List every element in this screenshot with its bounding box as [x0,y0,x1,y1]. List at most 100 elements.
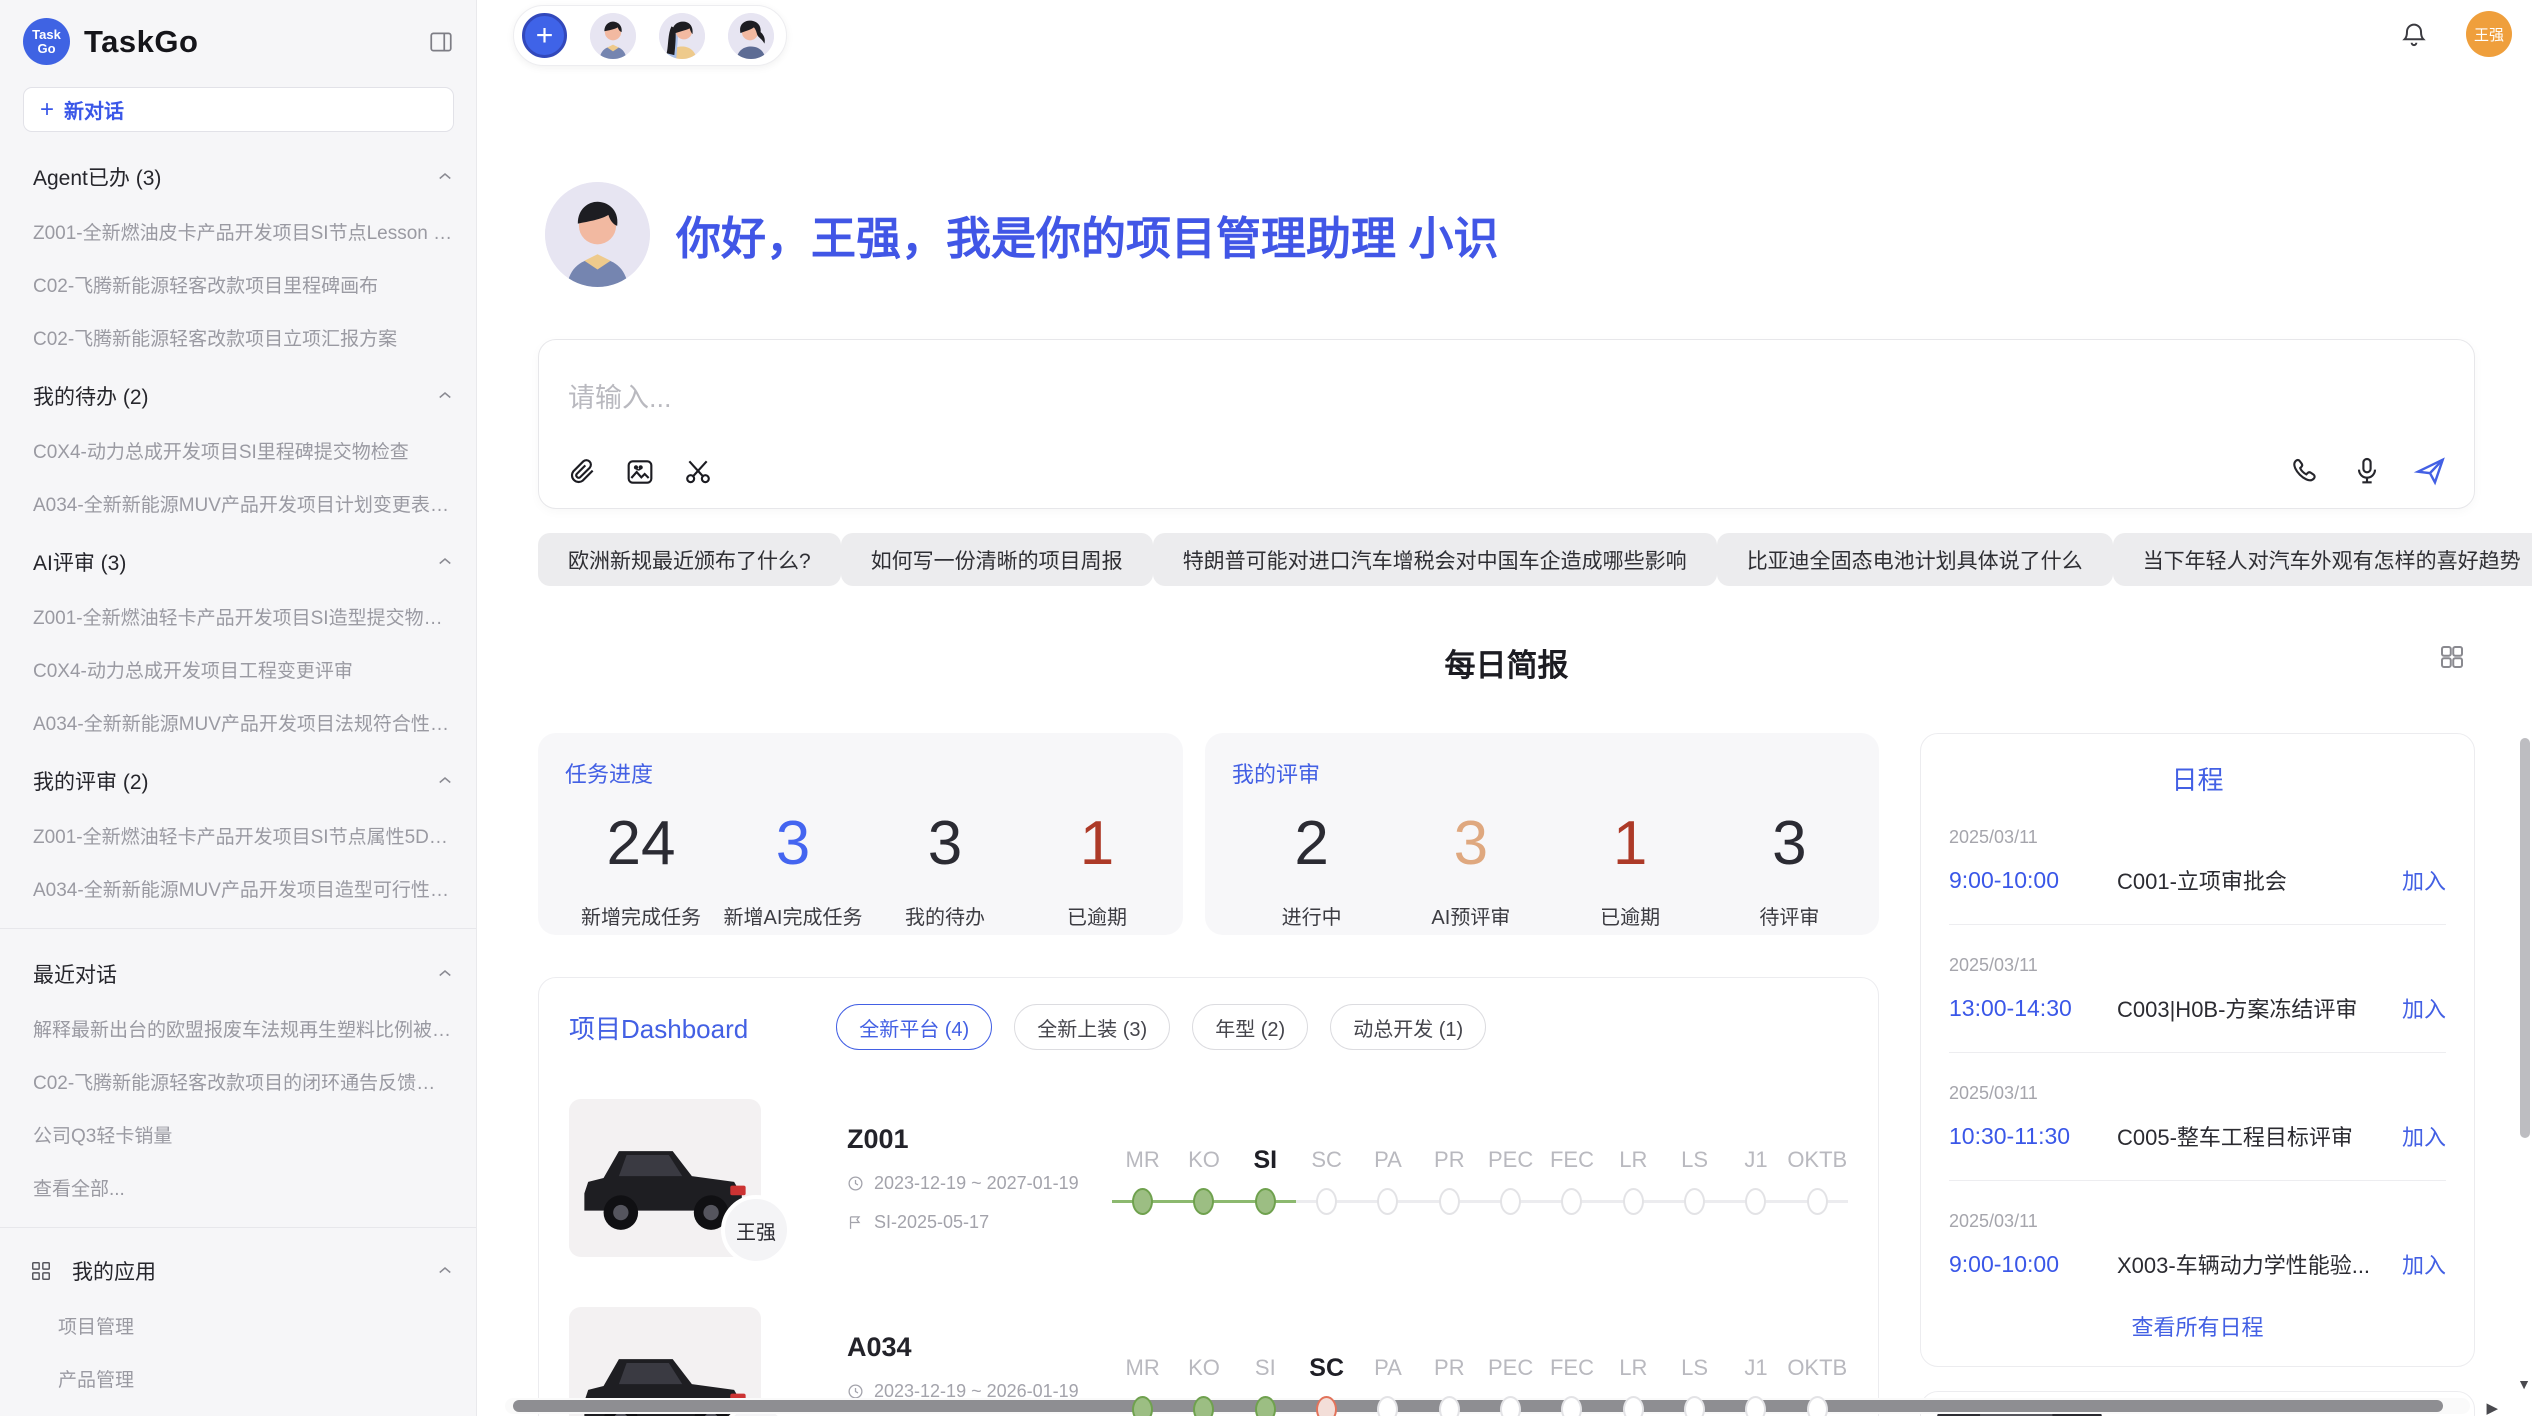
layout-grid-icon[interactable] [2437,642,2467,672]
scroll-right-arrow-icon[interactable]: ▶ [2486,1399,2498,1416]
list-item[interactable]: C02-飞腾新能源轻客改款项目里程碑画布 [33,245,454,298]
microphone-icon[interactable] [2351,455,2383,487]
suggestion-chip[interactable]: 欧洲新规最近颁布了什么? [538,533,841,586]
sidebar-item-product-mgmt[interactable]: 产品管理 [58,1339,476,1392]
milestone-dot [1255,1188,1276,1215]
milestone-label: PA [1357,1144,1418,1180]
join-link[interactable]: 加入 [2402,864,2446,896]
milestone-label: PR [1419,1352,1480,1388]
stat-label: 已逾期 [1021,901,1173,930]
suggestion-chips: 欧洲新规最近颁布了什么? 如何写一份清晰的项目周报 特朗普可能对进口汽车增税会对… [538,533,2475,586]
new-chat-button[interactable]: + 新对话 [23,87,454,132]
list-item[interactable]: C0X4-动力总成开发项目工程变更评审 [33,630,454,683]
list-item[interactable]: Z001-全新燃油皮卡产品开发项目SI节点Lesson Learn报告 [33,192,454,245]
section-recent-chats[interactable]: 最近对话 [33,959,454,989]
suggestion-chip[interactable]: 比亚迪全固态电池计划具体说了什么 [1717,533,2113,586]
sidebar-item-change-mgmt[interactable]: 变更管理 [58,1392,476,1416]
list-item[interactable]: C02-飞腾新能源轻客改款项目立项汇报方案 [33,298,454,351]
chevron-up-icon[interactable] [436,553,454,571]
join-link[interactable]: 加入 [2402,992,2446,1024]
attachment-icon[interactable] [566,456,598,488]
milestone-label: FEC [1541,1352,1602,1388]
schedule-item: 2025/03/11 10:30-11:30 C005-整车工程目标评审 加入 [1949,1053,2446,1181]
section-my-review[interactable]: 我的评审 (2) [33,766,454,796]
milestone-dot [1500,1188,1521,1215]
chevron-up-icon[interactable] [436,387,454,405]
list-item[interactable]: 公司Q3轻卡销量 [33,1095,454,1148]
scissors-icon[interactable] [682,456,714,488]
chevron-up-icon[interactable] [436,1262,454,1280]
list-item[interactable]: A034-全新新能源MUV产品开发项目法规符合性评审 [33,683,454,736]
suggestion-chip[interactable]: 如何写一份清晰的项目周报 [841,533,1153,586]
milestone-label: PA [1357,1352,1418,1388]
horizontal-scrollbar[interactable]: ▶ [505,1398,2470,1414]
user-avatar[interactable]: 王强 [2466,11,2512,57]
sidebar-item-project-mgmt[interactable]: 项目管理 [58,1286,476,1339]
tab-platform[interactable]: 全新平台 (4) [836,1004,992,1050]
section-agent-done[interactable]: Agent已办 (3) [33,162,454,192]
join-link[interactable]: 加入 [2402,1120,2446,1152]
section-my-todo[interactable]: 我的待办 (2) [33,381,454,411]
agent-avatar[interactable] [590,13,636,59]
milestone-label: KO [1173,1352,1234,1388]
milestone-label: SI [1235,1352,1296,1388]
list-item[interactable]: C02-飞腾新能源轻客改款项目的闭环通告反馈情况 [33,1042,454,1095]
milestone-label: OKTB [1787,1144,1848,1180]
list-item[interactable]: 解释最新出台的欧盟报废车法规再生塑料比例被调至15%... [33,989,454,1042]
milestone-label: LS [1664,1144,1725,1180]
flag-icon [847,1214,864,1231]
list-item[interactable]: Z001-全新燃油轻卡产品开发项目SI节点属性5D文件评审 [33,796,454,849]
send-icon[interactable] [2413,454,2447,488]
view-all-chats[interactable]: 查看全部... [33,1148,454,1201]
notification-bell-icon[interactable] [2400,20,2428,48]
agent-avatar[interactable] [659,13,705,59]
logo-text-top: Task [32,28,61,42]
chat-input-card[interactable]: 请输入... [538,339,2475,509]
horizontal-scrollbar-thumb[interactable] [513,1400,2443,1412]
scroll-down-arrow-icon[interactable]: ▼ [2517,1376,2531,1392]
owner-badge: 王强 [721,1195,791,1265]
section-my-apps[interactable]: 我的应用 [30,1256,454,1286]
phone-call-icon[interactable] [2289,455,2321,487]
image-icon[interactable] [624,456,656,488]
agent-avatar[interactable] [728,13,774,59]
schedule-item: 2025/03/11 9:00-10:00 C001-立项审批会 加入 [1949,797,2446,925]
chevron-up-icon[interactable] [436,965,454,983]
schedule-name: C005-整车工程目标评审 [2117,1120,2388,1152]
schedule-title: 日程 [1949,760,2446,797]
milestone-label: LS [1664,1352,1725,1388]
tab-model-year[interactable]: 年型 (2) [1192,1004,1308,1050]
list-item[interactable]: C0X4-动力总成开发项目SI里程碑提交物检查 [33,411,454,464]
vertical-scrollbar-thumb[interactable] [2520,738,2530,1138]
tab-upfit[interactable]: 全新上装 (3) [1014,1004,1170,1050]
chat-input-placeholder[interactable]: 请输入... [568,376,672,415]
list-item[interactable]: A034-全新新能源MUV产品开发项目造型可行性评审 [33,849,454,902]
vertical-scrollbar[interactable]: ▼ [2516,0,2530,1416]
sidebar-collapse-icon[interactable] [428,29,454,55]
stat-label: 新增AI完成任务 [717,901,869,930]
clock-icon [847,1175,864,1192]
suggestion-chip[interactable]: 特朗普可能对进口汽车增税会对中国车企造成哪些影响 [1153,533,1717,586]
suggestion-chip[interactable]: 当下年轻人对汽车外观有怎样的喜好趋势 [2113,533,2532,586]
greeting-block: 你好，王强，我是你的项目管理助理 小识 [538,182,2475,287]
list-item[interactable]: Z001-全新燃油轻卡产品开发项目SI造型提交物评审 [33,577,454,630]
join-link[interactable]: 加入 [2402,1248,2446,1280]
milestone-label: J1 [1725,1144,1786,1180]
schedule-date: 2025/03/11 [1949,955,2446,976]
milestone-label: LR [1603,1144,1664,1180]
tab-powertrain[interactable]: 动总开发 (1) [1330,1004,1486,1050]
list-item[interactable]: A034-全新新能源MUV产品开发项目计划变更表编写 [33,464,454,517]
milestone-track: MR KO SI SC PA PR PEC FEC LR LS J1 OKTB [1112,1142,1848,1221]
schedule-name: C003|H0B-方案冻结评审 [2117,992,2388,1024]
chevron-up-icon[interactable] [436,168,454,186]
app-logo: Task Go [23,18,70,65]
add-agent-button[interactable]: + [522,13,567,58]
milestone-dot [1316,1188,1337,1215]
view-all-schedule-link[interactable]: 查看所有日程 [1949,1310,2446,1342]
schedule-time: 9:00-10:00 [1949,867,2117,894]
my-review-card: 我的评审 2进行中 3AI预评审 1已逾期 3待评审 [1205,733,1879,935]
milestone-label: SC [1296,1144,1357,1180]
stat-label: 待评审 [1710,901,1869,930]
section-ai-review[interactable]: AI评审 (3) [33,547,454,577]
chevron-up-icon[interactable] [436,772,454,790]
